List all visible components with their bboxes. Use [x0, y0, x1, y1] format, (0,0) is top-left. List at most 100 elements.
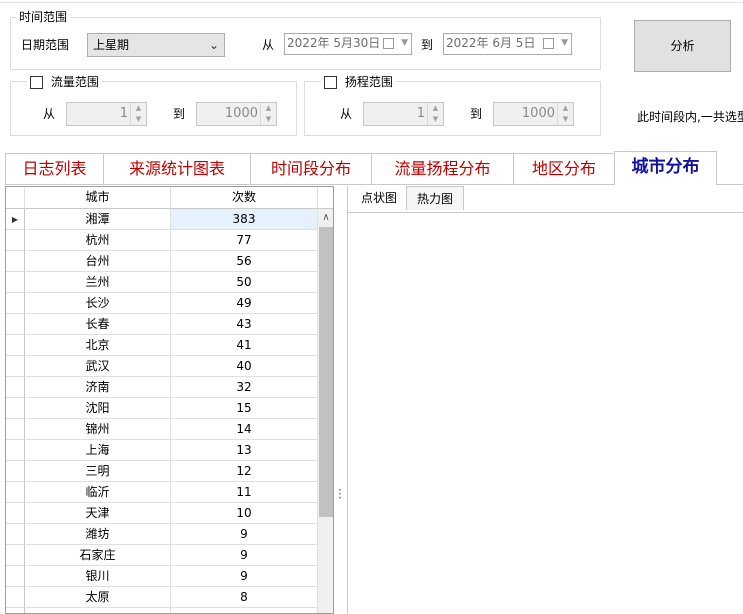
- count-cell[interactable]: 9: [171, 524, 318, 545]
- subtab-heatmap[interactable]: 热力图: [406, 186, 464, 210]
- city-cell[interactable]: 临沂: [25, 482, 171, 503]
- table-row[interactable]: 上海 13: [6, 440, 318, 461]
- count-cell[interactable]: 11: [171, 482, 318, 503]
- table-row[interactable]: 济南 32: [6, 377, 318, 398]
- table-row[interactable]: 临沂 11: [6, 482, 318, 503]
- count-cell[interactable]: 56: [171, 251, 318, 272]
- column-header-count[interactable]: 次数: [171, 187, 318, 209]
- table-row[interactable]: 台州 56: [6, 251, 318, 272]
- city-cell[interactable]: 沈阳: [25, 398, 171, 419]
- stepper-up-icon[interactable]: ▲: [261, 103, 276, 114]
- row-header[interactable]: [6, 608, 25, 613]
- city-cell[interactable]: [25, 608, 171, 613]
- row-header[interactable]: [6, 398, 25, 419]
- tab-city-distribution[interactable]: 城市分布: [614, 151, 717, 185]
- analyze-button[interactable]: 分析: [634, 20, 731, 72]
- row-header[interactable]: [6, 482, 25, 503]
- flow-range-checkbox[interactable]: [30, 75, 43, 89]
- row-header[interactable]: [6, 335, 25, 356]
- count-cell[interactable]: 15: [171, 398, 318, 419]
- row-header[interactable]: [6, 293, 25, 314]
- tab-source-chart[interactable]: 来源统计图表: [103, 153, 251, 185]
- table-row[interactable]: 锦州 14: [6, 419, 318, 440]
- count-cell[interactable]: 13: [171, 440, 318, 461]
- row-header[interactable]: [6, 587, 25, 608]
- count-cell[interactable]: 10: [171, 503, 318, 524]
- stepper-buttons[interactable]: ▲ ▼: [260, 103, 276, 125]
- count-cell[interactable]: 9: [171, 545, 318, 566]
- count-cell[interactable]: 8: [171, 587, 318, 608]
- head-from-stepper[interactable]: 1 ▲ ▼: [363, 102, 444, 126]
- head-range-checkbox[interactable]: [324, 75, 337, 89]
- stepper-down-icon[interactable]: ▼: [428, 114, 443, 125]
- table-row[interactable]: 石家庄 9: [6, 545, 318, 566]
- city-cell[interactable]: 武汉: [25, 356, 171, 377]
- dropdown-arrow-icon[interactable]: ▼: [561, 34, 568, 53]
- date-range-select[interactable]: 上星期 ⌄: [87, 33, 225, 57]
- tab-time-distribution[interactable]: 时间段分布: [250, 153, 372, 185]
- tab-region-distribution[interactable]: 地区分布: [513, 153, 615, 185]
- dropdown-arrow-icon[interactable]: ▼: [401, 34, 408, 53]
- row-header[interactable]: [6, 461, 25, 482]
- city-cell[interactable]: 银川: [25, 566, 171, 587]
- stepper-down-icon[interactable]: ▼: [558, 114, 573, 125]
- city-cell[interactable]: 济南: [25, 377, 171, 398]
- city-cell[interactable]: 湘潭: [25, 209, 171, 230]
- row-header[interactable]: [6, 356, 25, 377]
- table-row[interactable]: 潍坊 9: [6, 524, 318, 545]
- table-row[interactable]: 兰州 50: [6, 272, 318, 293]
- count-cell[interactable]: 43: [171, 314, 318, 335]
- stepper-down-icon[interactable]: ▼: [131, 114, 146, 125]
- city-cell[interactable]: 长春: [25, 314, 171, 335]
- stepper-up-icon[interactable]: ▲: [428, 103, 443, 114]
- city-cell[interactable]: 兰州: [25, 272, 171, 293]
- count-cell[interactable]: 41: [171, 335, 318, 356]
- flow-from-stepper[interactable]: 1 ▲ ▼: [66, 102, 147, 126]
- scroll-up-icon[interactable]: ∧: [318, 209, 333, 226]
- row-header[interactable]: ▶: [6, 209, 25, 230]
- count-cell[interactable]: 77: [171, 230, 318, 251]
- date-to-picker[interactable]: 2022年 6月 5日 ▼: [443, 33, 572, 55]
- stepper-up-icon[interactable]: ▲: [131, 103, 146, 114]
- city-cell[interactable]: 锦州: [25, 419, 171, 440]
- row-header[interactable]: [6, 545, 25, 566]
- city-cell[interactable]: 太原: [25, 587, 171, 608]
- row-header[interactable]: [6, 503, 25, 524]
- date-from-picker[interactable]: 2022年 5月30日 ▼: [284, 33, 412, 55]
- row-header[interactable]: [6, 524, 25, 545]
- city-cell[interactable]: 上海: [25, 440, 171, 461]
- table-row[interactable]: 长春 43: [6, 314, 318, 335]
- calendar-checkbox-icon[interactable]: [383, 38, 394, 49]
- calendar-checkbox-icon[interactable]: [543, 38, 554, 49]
- city-cell[interactable]: 杭州: [25, 230, 171, 251]
- scroll-thumb[interactable]: [319, 227, 333, 517]
- city-cell[interactable]: 潍坊: [25, 524, 171, 545]
- city-cell[interactable]: 台州: [25, 251, 171, 272]
- table-row[interactable]: 长沙 49: [6, 293, 318, 314]
- count-cell[interactable]: 9: [171, 566, 318, 587]
- count-cell[interactable]: 40: [171, 356, 318, 377]
- table-row[interactable]: 武汉 40: [6, 356, 318, 377]
- count-cell[interactable]: 383: [171, 209, 318, 230]
- row-header[interactable]: [6, 377, 25, 398]
- count-cell[interactable]: [171, 608, 318, 613]
- head-to-stepper[interactable]: 1000 ▲ ▼: [493, 102, 574, 126]
- column-header-city[interactable]: 城市: [25, 187, 171, 209]
- table-row[interactable]: 沈阳 15: [6, 398, 318, 419]
- stepper-buttons[interactable]: ▲ ▼: [427, 103, 443, 125]
- stepper-buttons[interactable]: ▲ ▼: [130, 103, 146, 125]
- table-row[interactable]: 杭州 77: [6, 230, 318, 251]
- vertical-scrollbar[interactable]: ∧: [318, 209, 333, 613]
- table-row[interactable]: 北京 41: [6, 335, 318, 356]
- table-row[interactable]: ▶ 湘潭 383: [6, 209, 318, 230]
- splitter-grip-icon[interactable]: · · ·: [338, 484, 342, 504]
- row-header[interactable]: [6, 251, 25, 272]
- table-row[interactable]: 天津 10: [6, 503, 318, 524]
- table-row[interactable]: [6, 608, 318, 613]
- table-row[interactable]: 银川 9: [6, 566, 318, 587]
- city-grid[interactable]: 城市 次数 ▶ 湘潭 383 杭州 77 台州 56 兰州 50 长沙 49 长春 43 北京 41 武汉 40…: [5, 186, 334, 614]
- subtab-scatter[interactable]: 点状图: [352, 186, 406, 210]
- city-cell[interactable]: 三明: [25, 461, 171, 482]
- city-cell[interactable]: 北京: [25, 335, 171, 356]
- row-header[interactable]: [6, 419, 25, 440]
